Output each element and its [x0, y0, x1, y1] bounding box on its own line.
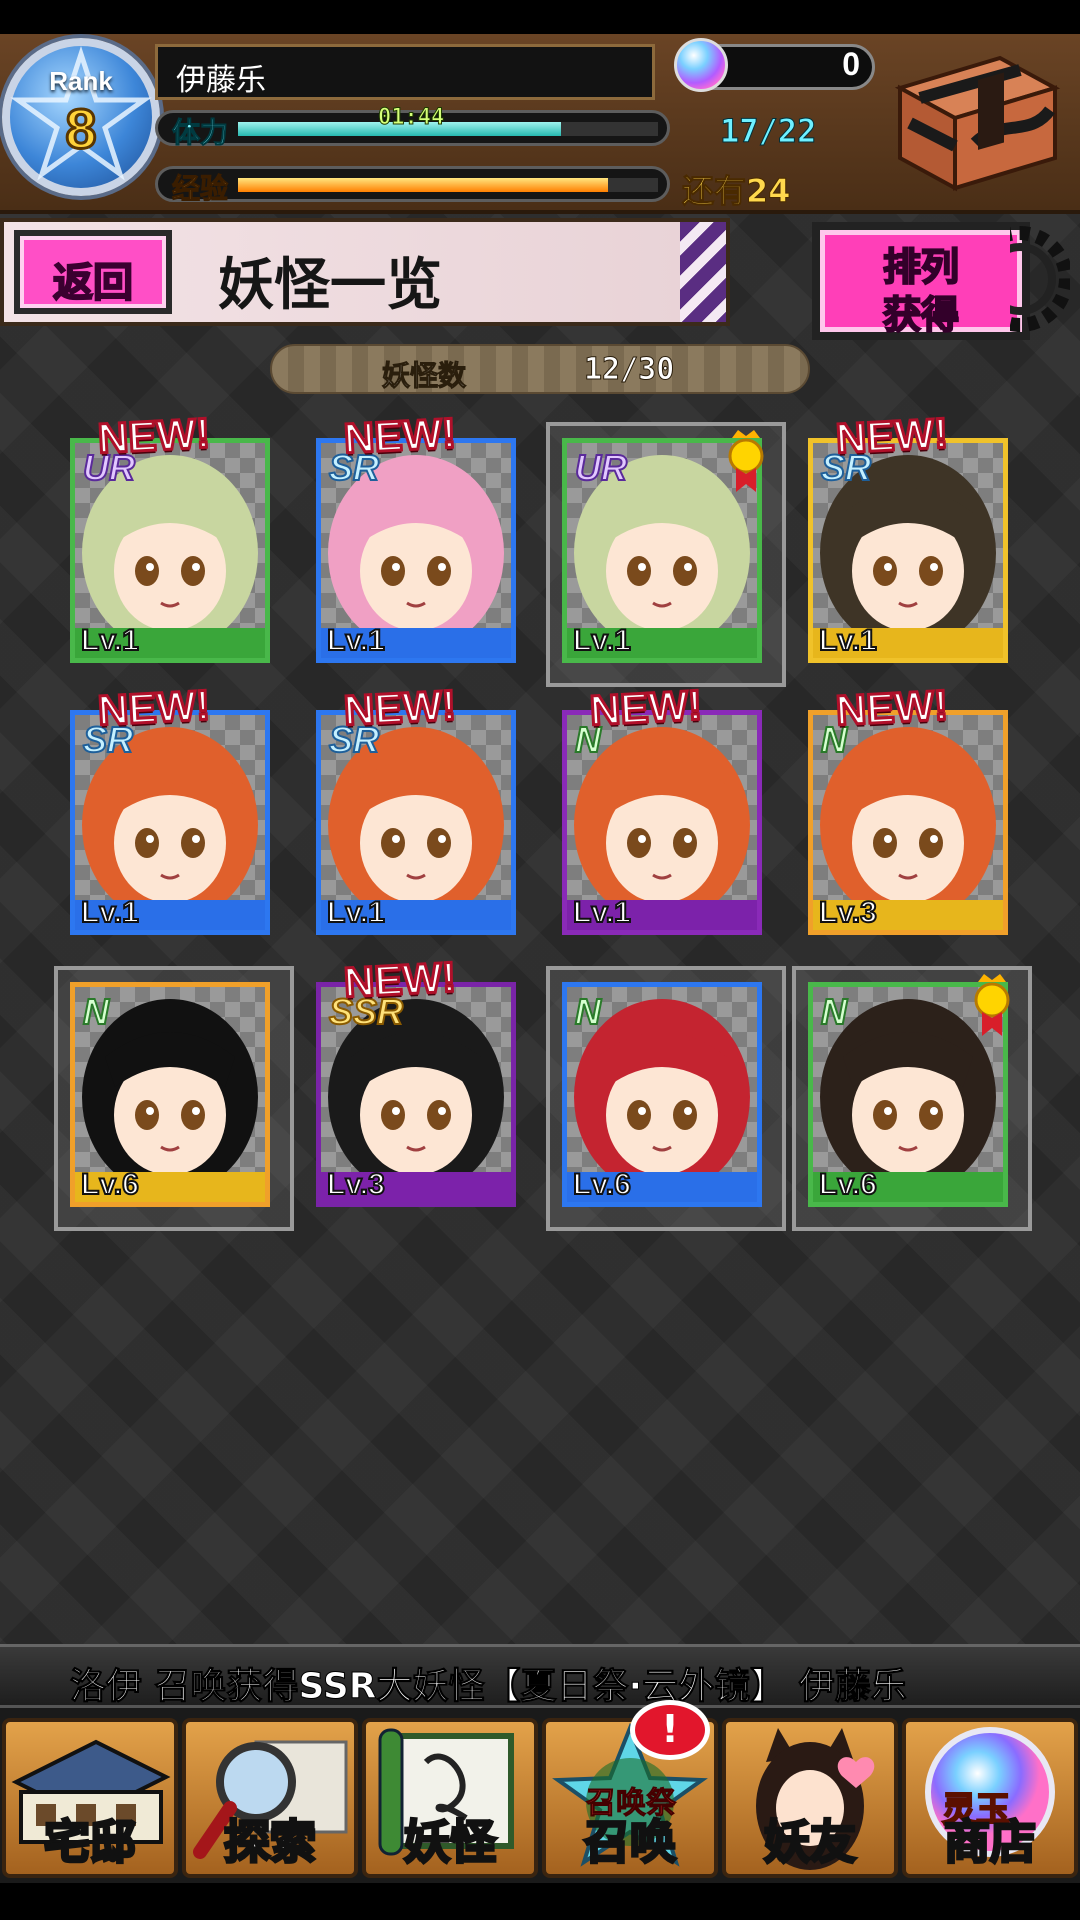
- player-name-box: 伊藤乐: [155, 44, 655, 100]
- card-level: Lv.1: [80, 895, 140, 930]
- card-level: Lv.1: [326, 895, 386, 930]
- player-name: 伊藤乐: [176, 63, 266, 98]
- card-frame: Lv.6 N: [70, 982, 270, 1207]
- yokai-card[interactable]: Lv.1 N NEW!: [562, 680, 762, 935]
- yokai-card[interactable]: Lv.1 UR NEW!: [70, 408, 270, 663]
- nav-friends-label: 妖友: [763, 1814, 858, 1871]
- nav-friends[interactable]: 妖友: [722, 1718, 898, 1878]
- gem-count: 0: [842, 46, 860, 82]
- new-badge: NEW!: [341, 408, 458, 464]
- stamina-label: 体力: [171, 116, 229, 150]
- alert-icon: !: [661, 1707, 679, 1751]
- gear-icon: [1010, 226, 1070, 332]
- nav-shop[interactable]: 灵玉 商店: [902, 1718, 1078, 1878]
- ticker-text: 洛伊 召唤获得SSR大妖怪【夏日祭·云外镜】 伊藤乐: [70, 1666, 908, 1707]
- nav-explore-label: 探索: [223, 1814, 318, 1871]
- yokai-card[interactable]: Lv.1 SR NEW!: [808, 408, 1008, 663]
- card-level: Lv.6: [818, 1167, 878, 1202]
- sort-label: 排列: [882, 244, 960, 290]
- stamina-value: 17/22: [719, 112, 817, 151]
- new-badge: NEW!: [341, 952, 458, 1008]
- bottom-nav: 宅邸 探索 妖怪 召唤祭 召唤 妖友 灵玉 商店: [0, 1708, 1080, 1883]
- card-frame: Lv.1 SR: [808, 438, 1008, 663]
- new-badge: NEW!: [587, 680, 704, 736]
- back-label: 返回: [52, 259, 134, 307]
- yokai-card[interactable]: Lv.6 N: [54, 966, 294, 1231]
- card-level: Lv.1: [818, 623, 878, 658]
- card-level: Lv.3: [818, 895, 878, 930]
- new-badge: NEW!: [95, 408, 212, 464]
- card-level: Lv.1: [326, 623, 386, 658]
- card-level: Lv.6: [80, 1167, 140, 1202]
- page-title: 妖怪一览: [218, 252, 442, 318]
- nav-home-label: 宅邸: [43, 1814, 138, 1871]
- yokai-card[interactable]: Lv.1 SR NEW!: [70, 680, 270, 935]
- yokai-card[interactable]: Lv.1 SR NEW!: [316, 680, 516, 935]
- medal-icon: [974, 974, 1010, 1036]
- status-bar: [0, 0, 1080, 34]
- nav-bar-bottom: [0, 1883, 1080, 1920]
- card-level: Lv.1: [572, 895, 632, 930]
- exp-remaining: 还有24: [682, 172, 792, 211]
- stamina-track: [238, 122, 658, 136]
- spirit-gem-icon: [674, 38, 728, 92]
- yokai-count-label: 妖怪数: [381, 359, 467, 393]
- new-badge: NEW!: [833, 408, 950, 464]
- nav-yokai[interactable]: 妖怪: [362, 1718, 538, 1878]
- nav-yokai-label: 妖怪: [403, 1814, 498, 1871]
- nav-explore[interactable]: 探索: [182, 1718, 358, 1878]
- exp-fill: [238, 178, 608, 192]
- yokai-count-value: 12/30: [583, 352, 675, 388]
- card-rarity: N: [82, 990, 110, 1033]
- stamina-timer: 01:44: [377, 105, 445, 131]
- card-frame: Lv.1 N: [562, 710, 762, 935]
- card-frame: Lv.1 SR: [70, 710, 270, 935]
- exp-track: [238, 178, 658, 192]
- summon-alert-badge: !: [630, 1700, 710, 1760]
- card-rarity: N: [574, 990, 602, 1033]
- card-level: Lv.1: [80, 623, 140, 658]
- yokai-card[interactable]: Lv.3 SSR NEW!: [316, 952, 516, 1207]
- sort-mode: 获得: [882, 292, 960, 338]
- new-badge: NEW!: [95, 680, 212, 736]
- exp-label: 经验: [171, 172, 229, 206]
- nav-summon-label: 召唤: [583, 1814, 678, 1871]
- card-rarity: N: [820, 990, 848, 1033]
- card-frame: Lv.1 SR: [316, 710, 516, 935]
- card-level: Lv.3: [326, 1167, 386, 1202]
- rank-badge[interactable]: Rank 8: [2, 38, 160, 196]
- yokai-list-screen: Rank 8 伊藤乐 0 体力 01:44 17/22 经验 还有24 返回 妖…: [0, 0, 1080, 1920]
- card-frame: Lv.1 SR: [316, 438, 516, 663]
- sort-button[interactable]: 排列 获得: [812, 222, 1030, 340]
- yokai-card[interactable]: Lv.3 N NEW!: [808, 680, 1008, 935]
- card-frame: Lv.1 UR: [70, 438, 270, 663]
- card-frame: Lv.3 SSR: [316, 982, 516, 1207]
- card-level: Lv.6: [572, 1167, 632, 1202]
- yokai-card[interactable]: Lv.6 N: [546, 966, 786, 1231]
- new-badge: NEW!: [833, 680, 950, 736]
- card-frame: Lv.6 N: [562, 982, 762, 1207]
- yokai-card[interactable]: Lv.6 N: [792, 966, 1032, 1231]
- card-level: Lv.1: [572, 623, 632, 658]
- yokai-card[interactable]: Lv.1 SR NEW!: [316, 408, 516, 663]
- news-ticker: 洛伊 召唤获得SSR大妖怪【夏日祭·云外镜】 伊藤乐: [0, 1644, 1080, 1708]
- treasure-box-icon[interactable]: [880, 48, 1065, 198]
- nav-home[interactable]: 宅邸: [2, 1718, 178, 1878]
- yokai-card[interactable]: Lv.1 UR: [546, 422, 786, 687]
- yokai-count-bar: 妖怪数 12/30: [270, 344, 810, 394]
- rank-value: 8: [64, 96, 98, 162]
- stamina-bar: 体力 01:44: [155, 105, 670, 150]
- exp-bar: 经验: [155, 166, 670, 206]
- back-button[interactable]: 返回: [14, 230, 172, 314]
- card-frame: Lv.3 N: [808, 710, 1008, 935]
- medal-icon: [728, 430, 764, 492]
- card-rarity: UR: [574, 446, 628, 489]
- new-badge: NEW!: [341, 680, 458, 736]
- nav-shop-label: 商店: [943, 1814, 1038, 1871]
- rank-label: Rank: [49, 66, 113, 96]
